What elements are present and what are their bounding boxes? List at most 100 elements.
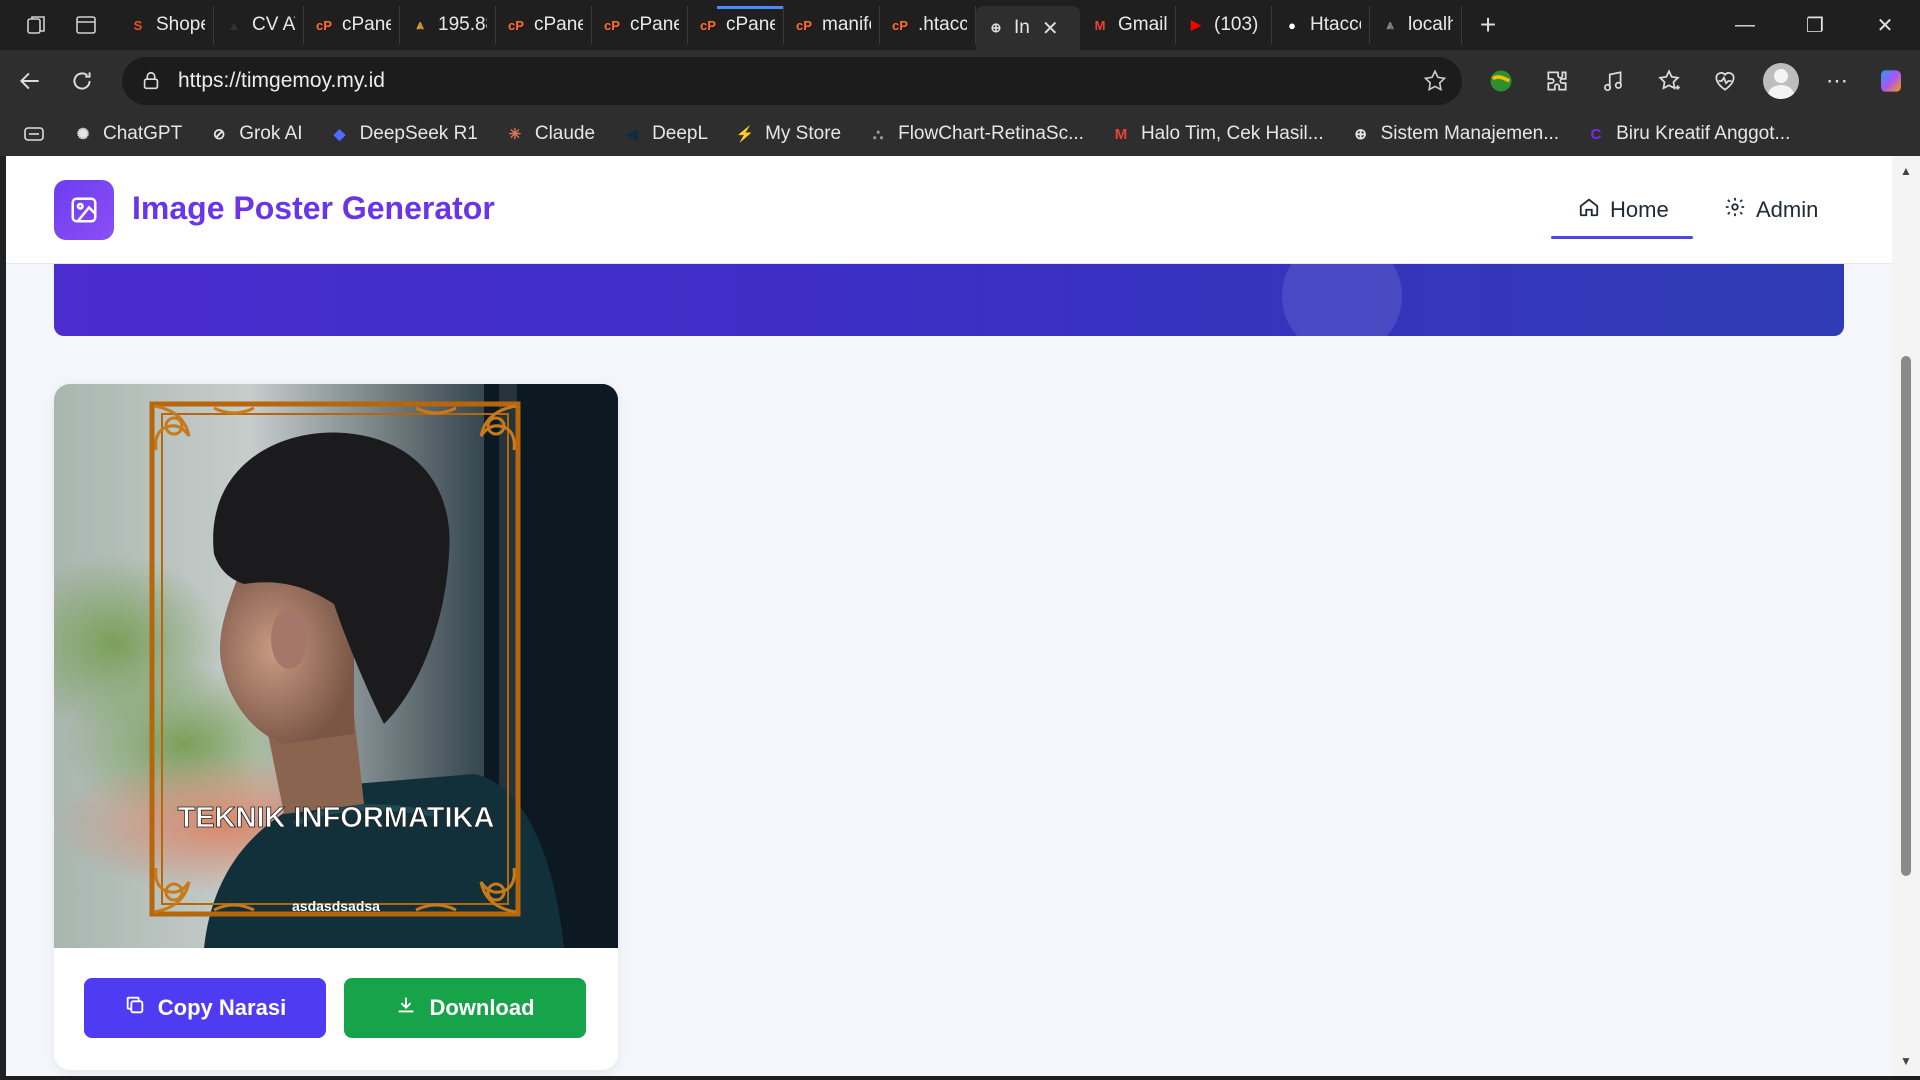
workspaces-icon[interactable] bbox=[18, 7, 54, 43]
gmail-icon: M bbox=[1094, 17, 1106, 33]
laravel-forge-icon: ⩓ bbox=[1386, 17, 1394, 32]
browser-tab[interactable]: ● Htacce bbox=[1272, 6, 1370, 44]
globe-icon: ⊕ bbox=[1354, 126, 1367, 143]
bookmark-item[interactable]: ✺ ChatGPT bbox=[72, 123, 183, 145]
browser-tab[interactable]: ⩓ localhc bbox=[1370, 6, 1462, 44]
bookmark-item[interactable]: ◀ DeepL bbox=[621, 123, 708, 145]
back-button[interactable] bbox=[8, 59, 52, 103]
poster-actions: Copy Narasi Download bbox=[84, 978, 586, 1038]
bookmark-label: Biru Kreatif Anggot... bbox=[1616, 123, 1791, 144]
bookmark-item[interactable]: M Halo Tim, Cek Hasil... bbox=[1110, 123, 1324, 145]
download-icon bbox=[395, 994, 417, 1022]
browser-tab[interactable]: cP cPanel bbox=[304, 6, 400, 44]
browser-tab[interactable]: M Gmail bbox=[1080, 6, 1176, 44]
download-label: Download bbox=[429, 995, 535, 1020]
laravel-forge-icon: ⩓ bbox=[416, 17, 424, 32]
copy-icon bbox=[124, 994, 146, 1022]
extensions-icon[interactable] bbox=[1536, 60, 1578, 102]
bookmark-item[interactable]: ◆ DeepSeek R1 bbox=[329, 123, 478, 145]
close-tab-icon[interactable]: ✕ bbox=[1042, 16, 1059, 41]
nav-home-link[interactable]: Home bbox=[1578, 196, 1669, 224]
bookmark-item[interactable]: ⊘ Grok AI bbox=[208, 123, 303, 145]
nav-home-label: Home bbox=[1610, 197, 1669, 222]
bookmark-item[interactable]: C Biru Kreatif Anggot... bbox=[1585, 123, 1791, 145]
cpanel-icon: cP bbox=[508, 17, 524, 33]
store-icon: ⚡ bbox=[735, 126, 755, 143]
more-menu-icon[interactable]: ⋯ bbox=[1816, 60, 1858, 102]
poster-headline: TEKNIK INFORMATIKA bbox=[178, 802, 495, 834]
youtube-icon: ▶ bbox=[1191, 17, 1201, 32]
browser-tab[interactable]: cP .htacce bbox=[880, 6, 976, 44]
browser-tab[interactable]: cP cPanel bbox=[496, 6, 592, 44]
reload-button[interactable] bbox=[60, 59, 104, 103]
url-text[interactable]: https://timgemoy.my.id bbox=[178, 69, 385, 93]
extension-globe-icon[interactable] bbox=[1480, 60, 1522, 102]
bookmark-item[interactable]: ⊕ Sistem Manajemen... bbox=[1350, 123, 1559, 145]
window-controls: — ❐ ✕ bbox=[1710, 0, 1920, 50]
poster-caption: asdasdsadsa bbox=[292, 898, 380, 914]
shopee-icon: S bbox=[133, 17, 143, 33]
gear-icon bbox=[1724, 196, 1746, 224]
bookmark-label: Sistem Manajemen... bbox=[1380, 123, 1560, 144]
browser-tab[interactable]: S Shopee bbox=[118, 6, 214, 44]
tab-label: .htacce bbox=[918, 14, 967, 35]
profile-avatar[interactable] bbox=[1760, 60, 1802, 102]
bookmark-item[interactable]: ⛬ FlowChart-RetinaSc... bbox=[867, 123, 1084, 145]
address-field[interactable]: https://timgemoy.my.id bbox=[122, 57, 1462, 105]
browser-tab[interactable]: ▶ (103) C bbox=[1176, 6, 1272, 44]
browser-tab[interactable]: ⊕ In ✕ bbox=[976, 6, 1080, 50]
download-button[interactable]: Download bbox=[344, 978, 586, 1038]
tab-label: CV ATS bbox=[252, 14, 295, 35]
browser-tab[interactable]: cP cPanel bbox=[592, 6, 688, 44]
grok-icon: ⊘ bbox=[212, 126, 226, 143]
poster-image[interactable]: TEKNIK INFORMATIKA asdasdsadsa bbox=[54, 384, 618, 948]
tab-actions-icon[interactable] bbox=[68, 7, 104, 43]
bookmark-label: FlowChart-RetinaSc... bbox=[898, 123, 1084, 144]
lock-icon[interactable] bbox=[140, 70, 164, 92]
copilot-icon[interactable] bbox=[1872, 60, 1914, 102]
bookmark-label: DeepL bbox=[652, 123, 709, 144]
toolbar-icons: ⋯ bbox=[1480, 60, 1914, 102]
restore-button[interactable]: ❐ bbox=[1780, 0, 1850, 50]
tab-label: cPanel bbox=[726, 14, 775, 35]
nav-admin-label: Admin bbox=[1756, 197, 1819, 222]
scroll-thumb[interactable] bbox=[1901, 356, 1911, 876]
minimize-button[interactable]: — bbox=[1710, 0, 1780, 50]
claude-icon: ✳ bbox=[508, 126, 522, 143]
deepl-icon: ◀ bbox=[626, 126, 638, 143]
bookmark-label: DeepSeek R1 bbox=[359, 123, 478, 144]
tab-label: cPanel bbox=[534, 14, 583, 35]
collections-icon[interactable] bbox=[22, 123, 46, 145]
site-header: Image Poster Generator Home Admin bbox=[6, 156, 1892, 264]
scroll-down-icon[interactable]: ▼ bbox=[1900, 1054, 1912, 1068]
bookmark-label: Grok AI bbox=[239, 123, 303, 144]
browser-essentials-icon[interactable] bbox=[1704, 60, 1746, 102]
scroll-up-icon[interactable]: ▲ bbox=[1900, 164, 1912, 178]
bookmark-item[interactable]: ⚡ My Store bbox=[734, 123, 841, 145]
nav-admin-link[interactable]: Admin bbox=[1724, 196, 1818, 224]
browser-tab[interactable]: cP cPanel bbox=[688, 6, 784, 44]
bookmark-label: Claude bbox=[534, 123, 596, 144]
close-window-button[interactable]: ✕ bbox=[1850, 0, 1920, 50]
image-logo-icon[interactable] bbox=[54, 180, 114, 240]
poster-card: TEKNIK INFORMATIKA asdasdsadsa Copy Nara… bbox=[54, 384, 618, 1070]
favorite-star-icon[interactable] bbox=[1422, 68, 1448, 99]
tab-strip: SShopee▲CV ATScPcPanel⩓195.88cPcPanelcPc… bbox=[118, 0, 1462, 50]
browser-tab[interactable]: ▲ CV ATS bbox=[214, 6, 304, 44]
bookmarks-bar: ✺ ChatGPT ⊘ Grok AI ◆ DeepSeek R1 ✳ Claude ◀ Deep… bbox=[0, 112, 1920, 156]
tab-label: Htacce bbox=[1310, 14, 1361, 35]
tab-label: Shopee bbox=[156, 14, 205, 35]
site-title[interactable]: Image Poster Generator bbox=[132, 190, 495, 227]
globe-icon: ⊕ bbox=[990, 20, 1002, 35]
new-tab-button[interactable]: + bbox=[1468, 5, 1508, 45]
copy-narasi-button[interactable]: Copy Narasi bbox=[84, 978, 326, 1038]
media-control-icon[interactable] bbox=[1592, 60, 1634, 102]
tab-label: 195.88 bbox=[438, 14, 487, 35]
browser-tab[interactable]: cP manife bbox=[784, 6, 880, 44]
cpanel-icon: cP bbox=[700, 17, 716, 33]
browser-tab[interactable]: ⩓ 195.88 bbox=[400, 6, 496, 44]
bookmark-item[interactable]: ✳ Claude bbox=[504, 123, 596, 145]
page-scrollbar[interactable]: ▲ ▼ bbox=[1892, 156, 1920, 1076]
favorites-icon[interactable] bbox=[1648, 60, 1690, 102]
bottom-edge bbox=[0, 1076, 1920, 1080]
